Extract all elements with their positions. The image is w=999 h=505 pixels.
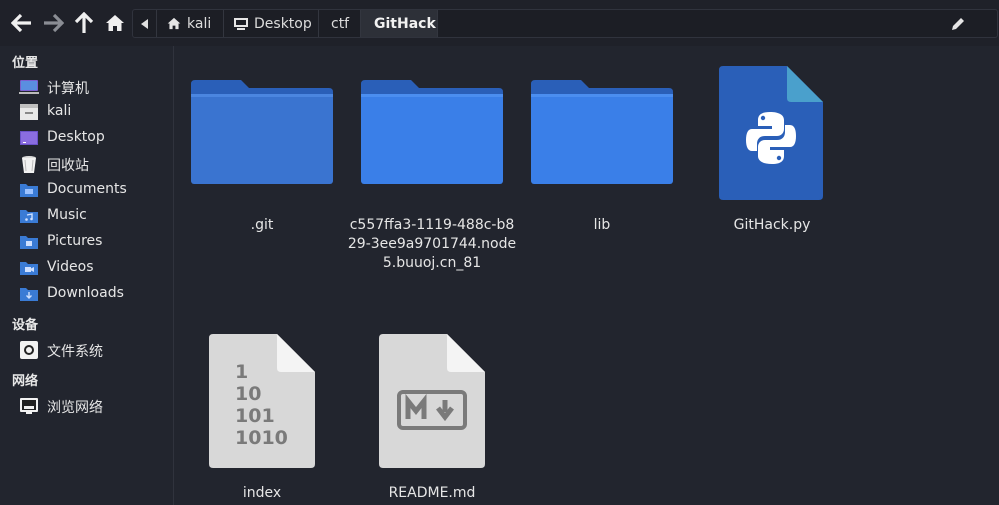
home-icon (106, 15, 124, 31)
sidebar-item-label: 计算机 (47, 81, 89, 97)
sidebar-item-videos[interactable]: Videos (0, 256, 173, 280)
arrow-up-icon (74, 12, 94, 33)
file-item-lib[interactable]: lib (517, 66, 687, 246)
home-icon (167, 17, 181, 30)
toolbar: kali Desktop ctf GitHack (0, 0, 999, 46)
network-icon (20, 398, 38, 414)
breadcrumb-githack[interactable]: GitHack (361, 10, 438, 37)
up-button[interactable] (71, 10, 97, 36)
arrow-left-icon (11, 13, 31, 33)
back-button[interactable] (9, 10, 35, 36)
sidebar-item-documents[interactable]: Documents (0, 178, 173, 202)
desktop-folder-icon (20, 131, 38, 145)
triangle-left-icon (140, 18, 148, 29)
binary-file-icon: 1 10 101 1010 (209, 334, 315, 468)
forward-button[interactable] (40, 10, 66, 36)
sidebar-item-filesystem[interactable]: 文件系统 (0, 338, 173, 362)
sidebar-item-label: 浏览网络 (47, 400, 103, 416)
sidebar-item-computer[interactable]: 计算机 (0, 75, 173, 99)
path-bar: kali Desktop ctf GitHack (132, 9, 998, 38)
sidebar-item-label: 文件系统 (47, 344, 103, 360)
folder-icon (361, 80, 503, 184)
breadcrumb-label: Desktop (254, 15, 312, 32)
devices-header: 设备 (12, 318, 39, 333)
desktop-icon (234, 17, 248, 30)
downloads-folder-icon (20, 288, 38, 301)
home-folder-icon (20, 104, 38, 120)
breadcrumb-label: GitHack (374, 15, 436, 32)
sidebar-item-label: Pictures (47, 233, 103, 249)
file-item-readme-md[interactable]: README.md (347, 334, 517, 505)
sidebar-item-browse-network[interactable]: 浏览网络 (0, 394, 173, 418)
file-grid: .git c557ffa3-1119-488c-b829-3ee9a970174… (174, 46, 999, 505)
music-folder-icon (20, 210, 38, 223)
breadcrumb-ctf[interactable]: ctf (319, 10, 361, 37)
file-name: README.md (388, 485, 476, 501)
file-name: lib (593, 217, 611, 233)
pictures-folder-icon (20, 236, 38, 249)
sidebar-item-trash[interactable]: 回收站 (0, 152, 173, 176)
path-scroll-left-button[interactable] (133, 10, 157, 37)
network-header: 网络 (12, 374, 39, 389)
sidebar-item-label: Desktop (47, 129, 105, 145)
breadcrumb-label: ctf (331, 15, 350, 32)
folder-icon (191, 80, 333, 184)
sidebar-item-label: Downloads (47, 285, 124, 301)
file-item-c557ffa3[interactable]: c557ffa3-1119-488c-b829-3ee9a9701744.nod… (347, 66, 517, 271)
computer-icon (19, 80, 39, 94)
breadcrumb-label: kali (187, 15, 212, 32)
sidebar-item-label: Documents (47, 181, 127, 197)
file-item-index[interactable]: 1 10 101 1010 index (177, 334, 347, 505)
home-button[interactable] (102, 10, 128, 36)
edit-location-button[interactable] (946, 10, 970, 37)
file-item-git[interactable]: .git (177, 66, 347, 246)
file-manager-window: kali Desktop ctf GitHack 位置 计算机 kali Des… (0, 0, 999, 505)
places-header: 位置 (12, 56, 39, 71)
sidebar-item-kali[interactable]: kali (0, 100, 173, 124)
breadcrumb-kali[interactable]: kali (157, 10, 224, 37)
sidebar-item-pictures[interactable]: Pictures (0, 230, 173, 254)
sidebar-item-desktop[interactable]: Desktop (0, 126, 173, 150)
sidebar-item-label: Videos (47, 259, 94, 275)
videos-folder-icon (20, 262, 38, 275)
svg-text:101: 101 (235, 405, 275, 427)
sidebar-item-label: 回收站 (47, 158, 89, 174)
svg-text:1: 1 (235, 361, 248, 383)
trash-icon (22, 156, 36, 173)
folder-icon (531, 80, 673, 184)
svg-text:10: 10 (235, 383, 261, 405)
arrow-right-icon (44, 13, 64, 33)
file-name: GitHack.py (733, 217, 811, 233)
file-item-githack-py[interactable]: GitHack.py (687, 66, 857, 246)
drive-icon (20, 341, 38, 359)
documents-folder-icon (20, 184, 38, 197)
svg-text:1010: 1010 (235, 427, 288, 449)
sidebar-item-label: Music (47, 207, 87, 223)
sidebar: 位置 计算机 kali Desktop 回收站 Documents Music … (0, 46, 174, 505)
markdown-file-icon (379, 334, 485, 468)
file-name: index (242, 485, 282, 501)
breadcrumb-desktop[interactable]: Desktop (224, 10, 319, 37)
sidebar-item-music[interactable]: Music (0, 204, 173, 228)
sidebar-item-downloads[interactable]: Downloads (0, 282, 173, 306)
python-file-icon (719, 66, 823, 200)
sidebar-item-label: kali (47, 103, 72, 119)
file-name: c557ffa3-1119-488c-b829-3ee9a9701744.nod… (347, 217, 517, 271)
file-name: .git (250, 217, 274, 233)
pencil-icon (952, 17, 964, 30)
